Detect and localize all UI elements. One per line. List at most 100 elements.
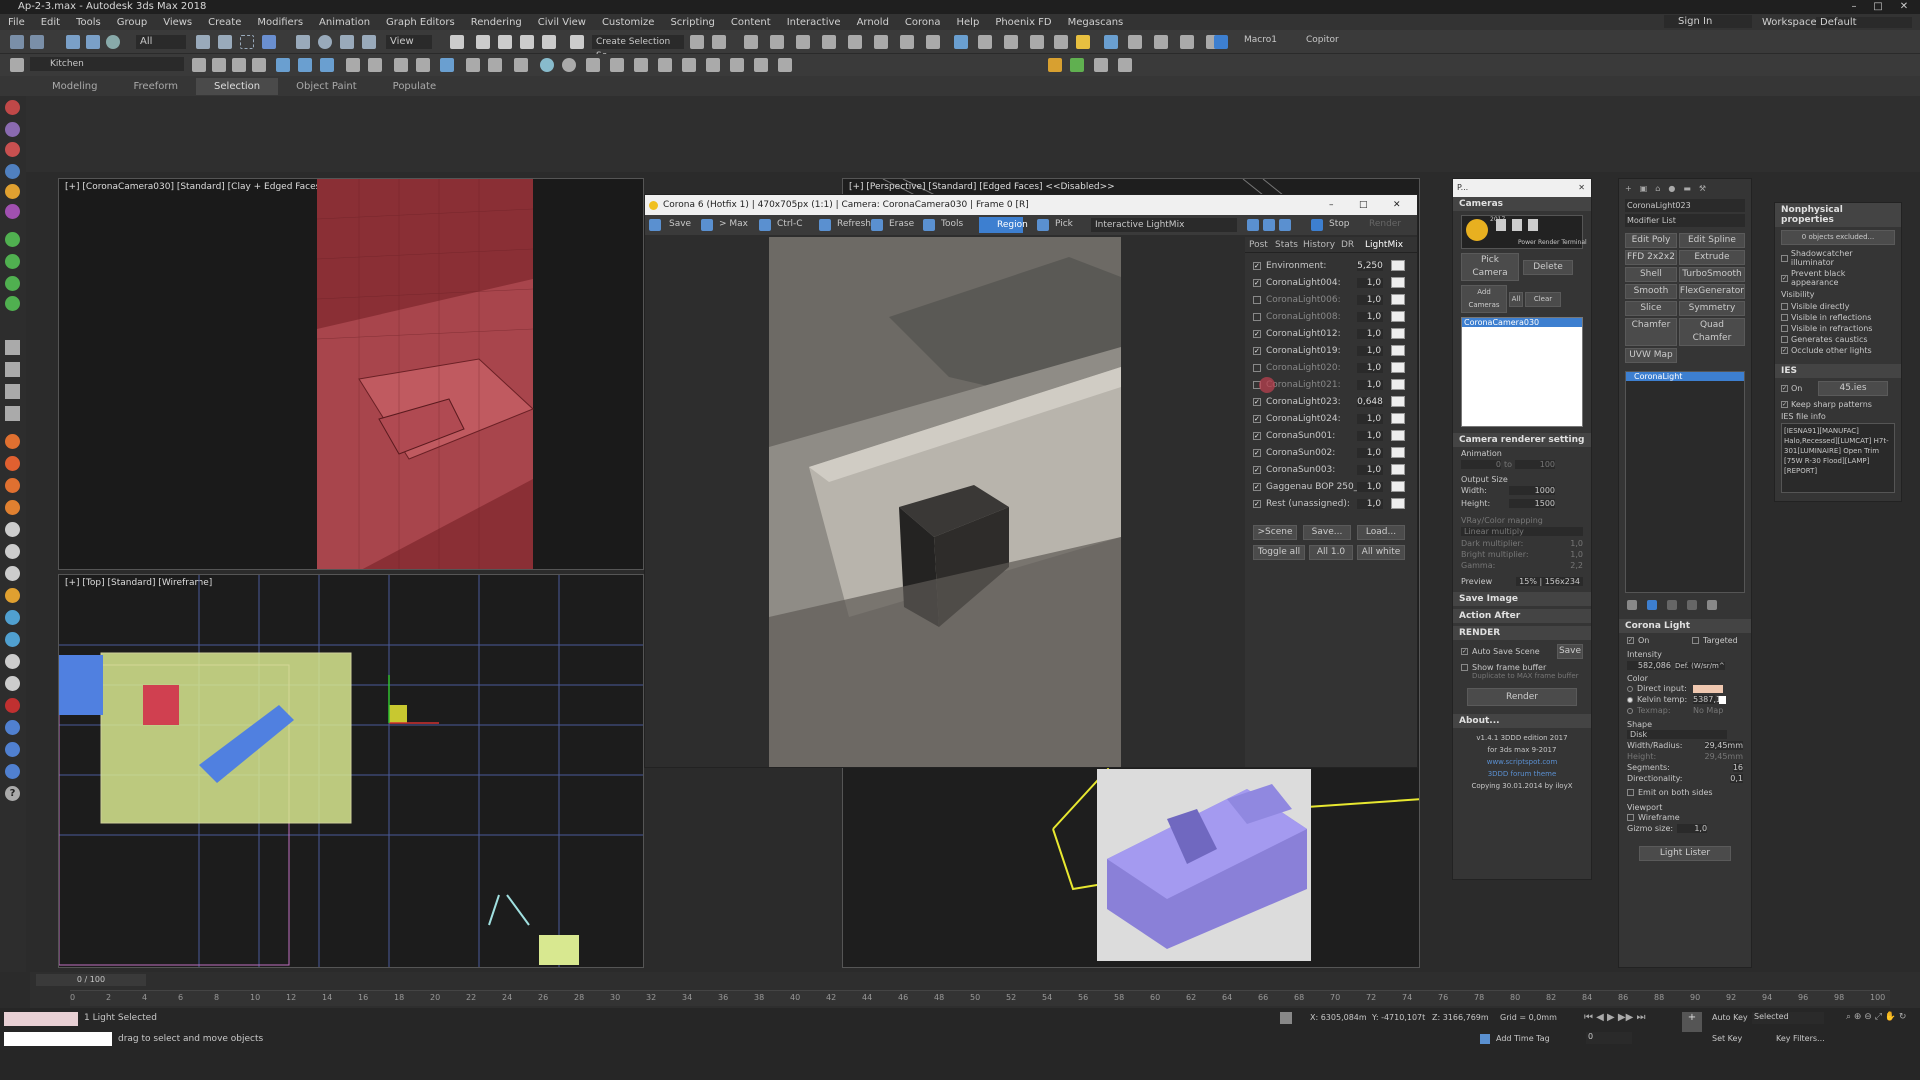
vfb-refresh-icon[interactable] xyxy=(819,219,831,231)
bright-mult-field[interactable]: 1,0 xyxy=(1570,550,1583,559)
snap-face-icon[interactable] xyxy=(320,58,334,72)
corona-proxy-icon[interactable] xyxy=(1054,35,1068,49)
snap-midpoint-icon[interactable] xyxy=(514,58,528,72)
lightmix-row[interactable]: CoronaLight008: 1,0 xyxy=(1245,308,1405,325)
lightmix-value[interactable]: 1,0 xyxy=(1357,413,1384,424)
lightmix-value[interactable]: 1,0 xyxy=(1357,481,1384,492)
vfb-zoom-fit-icon[interactable] xyxy=(1279,219,1291,231)
camera-list-item[interactable]: CoronaCamera030 xyxy=(1462,318,1582,327)
bind-space-warp-icon[interactable] xyxy=(106,35,120,49)
texmap-radio[interactable] xyxy=(1627,707,1633,714)
ies-on-checkbox[interactable]: ✓ xyxy=(1781,385,1788,392)
lightmix-row[interactable]: ✓ CoronaLight019: 1,0 xyxy=(1245,342,1405,359)
script-icon[interactable] xyxy=(1128,35,1142,49)
menu-megascans[interactable]: Megascans xyxy=(1060,17,1132,28)
forest-pack-icon[interactable] xyxy=(1048,58,1062,72)
lightmix-row[interactable]: ✓ CoronaLight023: 0,648 xyxy=(1245,393,1405,410)
tool-a-icon[interactable] xyxy=(5,522,20,537)
systems-icon[interactable] xyxy=(658,58,672,72)
percent-snap-icon[interactable] xyxy=(520,35,534,49)
align-icon[interactable] xyxy=(712,35,726,49)
tool-h-icon[interactable] xyxy=(5,676,20,691)
lightmix-value[interactable]: 1,0 xyxy=(1357,277,1384,288)
ies-file-button[interactable]: 45.ies xyxy=(1818,381,1888,396)
texmap-button[interactable]: No Map xyxy=(1693,706,1723,715)
lightmix-color-swatch[interactable] xyxy=(1391,481,1405,492)
vfb-save-icon[interactable] xyxy=(649,219,661,231)
visible-refractions-checkbox[interactable] xyxy=(1781,325,1788,332)
vfb-region-button[interactable]: Region xyxy=(979,217,1028,233)
occlude-lights-checkbox[interactable]: ✓ xyxy=(1781,347,1788,354)
menu-file[interactable]: File xyxy=(0,17,33,28)
reference-coord-dropdown[interactable]: View xyxy=(386,35,432,49)
set-key-icon[interactable]: + xyxy=(1682,1012,1702,1032)
menu-scripting[interactable]: Scripting xyxy=(662,17,722,28)
lightmix-checkbox[interactable] xyxy=(1253,312,1261,321)
kelvin-radio[interactable] xyxy=(1627,696,1633,703)
clear-cameras-button[interactable]: Clear xyxy=(1525,291,1561,307)
modifier-button[interactable]: UVW Map xyxy=(1625,348,1677,363)
menu-edit[interactable]: Edit xyxy=(33,17,68,28)
prevent-black-checkbox[interactable]: ✓ xyxy=(1781,274,1788,282)
maxscript-mini-field[interactable] xyxy=(4,1032,112,1046)
table-icon[interactable] xyxy=(1118,58,1132,72)
lightmix-color-swatch[interactable] xyxy=(1391,277,1405,288)
tab-lightmix[interactable]: LightMix xyxy=(1365,240,1403,250)
lightmix-row[interactable]: CoronaLight006: 1,0 xyxy=(1245,291,1405,308)
tool-i-icon[interactable] xyxy=(5,698,20,713)
kelvin-field[interactable]: 5387,1 xyxy=(1693,695,1721,704)
object-name-field[interactable]: CoronaLight023 xyxy=(1625,199,1745,212)
lightmix-value[interactable]: 5,250 xyxy=(1357,260,1384,271)
snap-tangent-icon[interactable] xyxy=(416,58,430,72)
lightmix-value[interactable]: 1,0 xyxy=(1357,345,1384,356)
lightmix-color-swatch[interactable] xyxy=(1391,413,1405,424)
lightmix-value[interactable]: 1,0 xyxy=(1357,294,1384,305)
vfb-refresh-button[interactable]: Refresh xyxy=(837,219,871,229)
copitor-button[interactable]: Copitor xyxy=(1306,35,1339,45)
height-field[interactable]: 1500 xyxy=(1509,499,1555,508)
targeted-checkbox[interactable] xyxy=(1692,637,1699,644)
shadowcatcher-checkbox[interactable] xyxy=(1781,254,1788,262)
modifier-stack-item[interactable]: CoronaLight xyxy=(1626,372,1744,381)
add-time-tag[interactable]: Add Time Tag xyxy=(1496,1034,1550,1043)
ies-section-header[interactable]: IES xyxy=(1775,364,1901,378)
lightmix-color-swatch[interactable] xyxy=(1391,311,1405,322)
vfb-minimize-button[interactable]: – xyxy=(1329,195,1334,215)
tool-j-icon[interactable] xyxy=(5,720,20,735)
preview-dropdown[interactable]: 15% | 156x234 xyxy=(1516,577,1583,586)
nonphysical-section-header[interactable]: Nonphysical properties xyxy=(1775,203,1901,227)
move-icon[interactable] xyxy=(296,35,310,49)
motion-tab-icon[interactable]: ● xyxy=(1668,184,1675,193)
flame-icon[interactable] xyxy=(5,434,20,449)
placement-icon[interactable] xyxy=(362,35,376,49)
dark-mult-field[interactable]: 1,0 xyxy=(1570,539,1583,548)
pivot-tool-icon[interactable] xyxy=(5,232,20,247)
lightmix-color-swatch[interactable] xyxy=(1391,498,1405,509)
window-crossing-icon[interactable] xyxy=(262,35,276,49)
vfb-zoom-in-icon[interactable] xyxy=(1247,219,1259,231)
set-key-button[interactable]: Set Key xyxy=(1712,1034,1742,1043)
menu-arnold[interactable]: Arnold xyxy=(849,17,897,28)
gizmo-size-field[interactable]: 1,0 xyxy=(1677,824,1708,833)
snap-bbox-icon[interactable] xyxy=(368,58,382,72)
corona-ipr-icon[interactable] xyxy=(978,35,992,49)
excluded-objects-button[interactable]: 0 objects excluded... xyxy=(1781,230,1895,245)
select-object-icon[interactable] xyxy=(196,35,210,49)
vfb-tools-icon[interactable] xyxy=(923,219,935,231)
undo-icon[interactable] xyxy=(10,35,24,49)
vfb-mode-dropdown[interactable]: Interactive LightMix xyxy=(1091,218,1237,232)
lightmix-value[interactable]: 1,0 xyxy=(1357,311,1384,322)
lightmix-color-swatch[interactable] xyxy=(1391,379,1405,390)
frame-buffer-checkbox[interactable] xyxy=(1461,664,1468,671)
x-coordinate[interactable]: X: 6305,084m xyxy=(1310,1013,1367,1022)
lightmix-value[interactable]: 1,0 xyxy=(1357,498,1384,509)
menu-phoenix-fd[interactable]: Phoenix FD xyxy=(987,17,1059,28)
vfb-pick-icon[interactable] xyxy=(1037,219,1049,231)
redo-icon[interactable] xyxy=(30,35,44,49)
tab-dr[interactable]: DR xyxy=(1341,240,1354,250)
render-section-header[interactable]: RENDER xyxy=(1453,626,1591,640)
save-image-section-header[interactable]: Save Image xyxy=(1453,592,1591,606)
material-editor-icon[interactable] xyxy=(848,35,862,49)
display-icon[interactable] xyxy=(5,184,20,199)
array-tool-icon[interactable] xyxy=(5,296,20,311)
